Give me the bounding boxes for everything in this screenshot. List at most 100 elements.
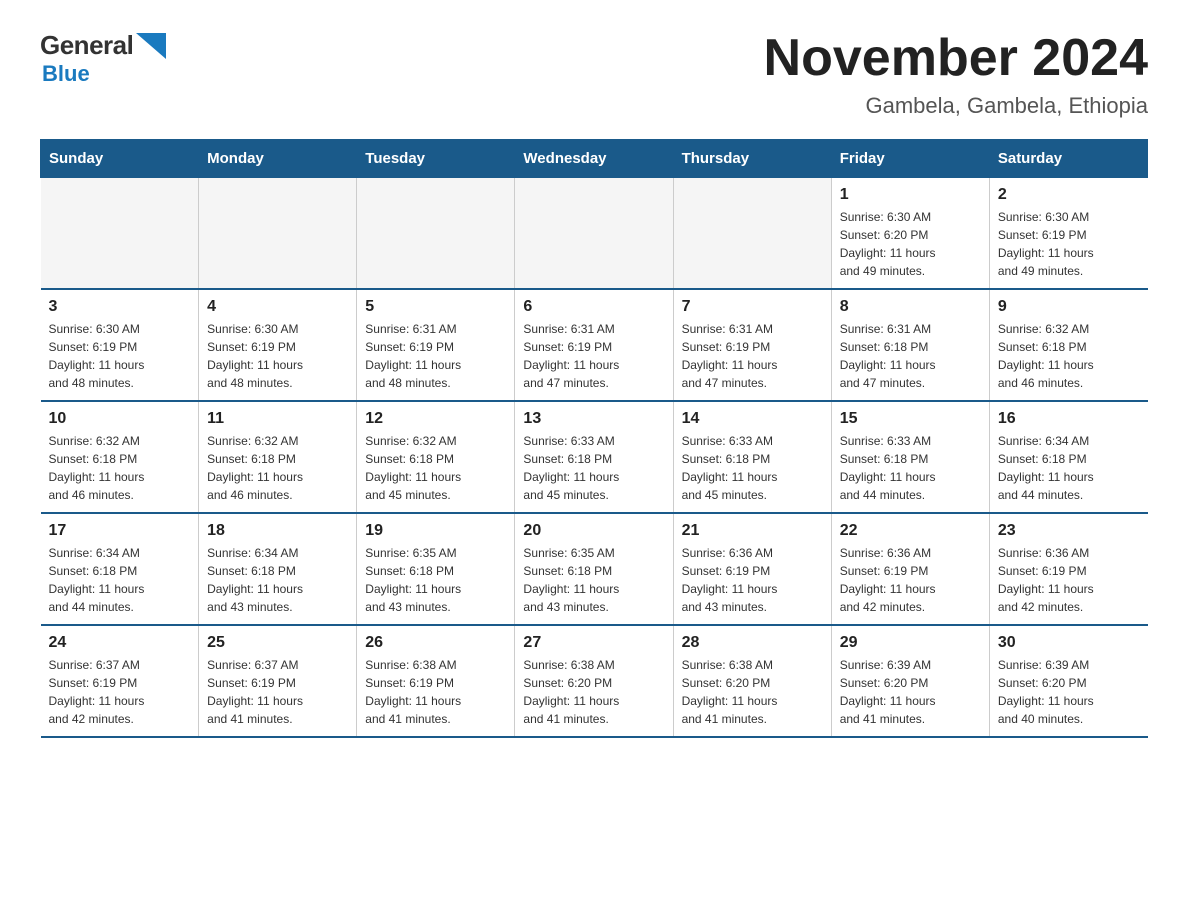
- calendar-cell: 10 Sunrise: 6:32 AM Sunset: 6:18 PM Dayli…: [41, 401, 199, 513]
- day-number: 9: [998, 298, 1140, 316]
- day-info: Sunrise: 6:35 AM Sunset: 6:18 PM Dayligh…: [523, 544, 664, 616]
- day-info: Sunrise: 6:31 AM Sunset: 6:18 PM Dayligh…: [840, 320, 981, 392]
- calendar-header: SundayMondayTuesdayWednesdayThursdayFrid…: [41, 140, 1148, 178]
- weekday-header-row: SundayMondayTuesdayWednesdayThursdayFrid…: [41, 140, 1148, 178]
- weekday-header-wednesday: Wednesday: [515, 140, 673, 178]
- day-number: 22: [840, 522, 981, 540]
- day-info: Sunrise: 6:36 AM Sunset: 6:19 PM Dayligh…: [840, 544, 981, 616]
- day-number: 4: [207, 298, 348, 316]
- day-info: Sunrise: 6:31 AM Sunset: 6:19 PM Dayligh…: [523, 320, 664, 392]
- day-number: 23: [998, 522, 1140, 540]
- weekday-header-tuesday: Tuesday: [357, 140, 515, 178]
- day-number: 5: [365, 298, 506, 316]
- day-number: 26: [365, 634, 506, 652]
- calendar-cell: 17 Sunrise: 6:34 AM Sunset: 6:18 PM Dayli…: [41, 513, 199, 625]
- day-info: Sunrise: 6:30 AM Sunset: 6:19 PM Dayligh…: [998, 208, 1140, 280]
- logo-blue-text: Blue: [42, 61, 90, 87]
- day-info: Sunrise: 6:34 AM Sunset: 6:18 PM Dayligh…: [998, 432, 1140, 504]
- calendar-cell: 13 Sunrise: 6:33 AM Sunset: 6:18 PM Dayli…: [515, 401, 673, 513]
- day-number: 21: [682, 522, 823, 540]
- week-row-3: 10 Sunrise: 6:32 AM Sunset: 6:18 PM Dayli…: [41, 401, 1148, 513]
- day-info: Sunrise: 6:38 AM Sunset: 6:20 PM Dayligh…: [682, 656, 823, 728]
- weekday-header-friday: Friday: [831, 140, 989, 178]
- calendar-cell: [515, 178, 673, 290]
- calendar-cell: 6 Sunrise: 6:31 AM Sunset: 6:19 PM Daylig…: [515, 289, 673, 401]
- calendar-cell: 11 Sunrise: 6:32 AM Sunset: 6:18 PM Dayli…: [199, 401, 357, 513]
- calendar-cell: 4 Sunrise: 6:30 AM Sunset: 6:19 PM Daylig…: [199, 289, 357, 401]
- day-info: Sunrise: 6:31 AM Sunset: 6:19 PM Dayligh…: [682, 320, 823, 392]
- day-info: Sunrise: 6:36 AM Sunset: 6:19 PM Dayligh…: [998, 544, 1140, 616]
- day-number: 1: [840, 186, 981, 204]
- week-row-1: 1Sunrise: 6:30 AM Sunset: 6:20 PM Daylig…: [41, 178, 1148, 290]
- calendar-cell: 14 Sunrise: 6:33 AM Sunset: 6:18 PM Dayli…: [673, 401, 831, 513]
- day-info: Sunrise: 6:34 AM Sunset: 6:18 PM Dayligh…: [49, 544, 191, 616]
- logo-general-text: General: [40, 30, 133, 61]
- week-row-4: 17 Sunrise: 6:34 AM Sunset: 6:18 PM Dayli…: [41, 513, 1148, 625]
- calendar-cell: [41, 178, 199, 290]
- logo-icon: [136, 33, 166, 59]
- day-number: 13: [523, 410, 664, 428]
- day-info: Sunrise: 6:37 AM Sunset: 6:19 PM Dayligh…: [207, 656, 348, 728]
- page-header: General Blue November 2024 Gambela, Gamb…: [40, 30, 1148, 119]
- weekday-header-saturday: Saturday: [989, 140, 1147, 178]
- day-number: 30: [998, 634, 1140, 652]
- week-row-5: 24Sunrise: 6:37 AM Sunset: 6:19 PM Dayli…: [41, 625, 1148, 737]
- day-info: Sunrise: 6:38 AM Sunset: 6:20 PM Dayligh…: [523, 656, 664, 728]
- day-number: 19: [365, 522, 506, 540]
- weekday-header-monday: Monday: [199, 140, 357, 178]
- day-info: Sunrise: 6:39 AM Sunset: 6:20 PM Dayligh…: [840, 656, 981, 728]
- day-number: 7: [682, 298, 823, 316]
- calendar-cell: 1Sunrise: 6:30 AM Sunset: 6:20 PM Daylig…: [831, 178, 989, 290]
- calendar-cell: 18Sunrise: 6:34 AM Sunset: 6:18 PM Dayli…: [199, 513, 357, 625]
- day-info: Sunrise: 6:32 AM Sunset: 6:18 PM Dayligh…: [998, 320, 1140, 392]
- day-number: 15: [840, 410, 981, 428]
- day-info: Sunrise: 6:38 AM Sunset: 6:19 PM Dayligh…: [365, 656, 506, 728]
- day-number: 25: [207, 634, 348, 652]
- day-number: 27: [523, 634, 664, 652]
- calendar-cell: 20 Sunrise: 6:35 AM Sunset: 6:18 PM Dayli…: [515, 513, 673, 625]
- day-info: Sunrise: 6:36 AM Sunset: 6:19 PM Dayligh…: [682, 544, 823, 616]
- day-number: 18: [207, 522, 348, 540]
- day-info: Sunrise: 6:31 AM Sunset: 6:19 PM Dayligh…: [365, 320, 506, 392]
- calendar-cell: 15 Sunrise: 6:33 AM Sunset: 6:18 PM Dayli…: [831, 401, 989, 513]
- day-number: 10: [49, 410, 191, 428]
- day-info: Sunrise: 6:33 AM Sunset: 6:18 PM Dayligh…: [840, 432, 981, 504]
- calendar-subtitle: Gambela, Gambela, Ethiopia: [764, 93, 1148, 119]
- calendar-cell: 16Sunrise: 6:34 AM Sunset: 6:18 PM Dayli…: [989, 401, 1147, 513]
- calendar-cell: [357, 178, 515, 290]
- day-info: Sunrise: 6:33 AM Sunset: 6:18 PM Dayligh…: [682, 432, 823, 504]
- logo: General Blue: [40, 30, 166, 87]
- day-number: 11: [207, 410, 348, 428]
- day-number: 6: [523, 298, 664, 316]
- day-number: 3: [49, 298, 191, 316]
- day-info: Sunrise: 6:32 AM Sunset: 6:18 PM Dayligh…: [49, 432, 191, 504]
- calendar-cell: 26 Sunrise: 6:38 AM Sunset: 6:19 PM Dayli…: [357, 625, 515, 737]
- day-number: 17: [49, 522, 191, 540]
- day-info: Sunrise: 6:33 AM Sunset: 6:18 PM Dayligh…: [523, 432, 664, 504]
- calendar-cell: [673, 178, 831, 290]
- calendar-cell: 7 Sunrise: 6:31 AM Sunset: 6:19 PM Daylig…: [673, 289, 831, 401]
- day-info: Sunrise: 6:30 AM Sunset: 6:19 PM Dayligh…: [49, 320, 191, 392]
- weekday-header-sunday: Sunday: [41, 140, 199, 178]
- calendar-cell: 3 Sunrise: 6:30 AM Sunset: 6:19 PM Daylig…: [41, 289, 199, 401]
- calendar-cell: 12Sunrise: 6:32 AM Sunset: 6:18 PM Dayli…: [357, 401, 515, 513]
- calendar-cell: 9 Sunrise: 6:32 AM Sunset: 6:18 PM Daylig…: [989, 289, 1147, 401]
- title-block: November 2024 Gambela, Gambela, Ethiopia: [764, 30, 1148, 119]
- calendar-cell: 30Sunrise: 6:39 AM Sunset: 6:20 PM Dayli…: [989, 625, 1147, 737]
- calendar-cell: 8Sunrise: 6:31 AM Sunset: 6:18 PM Daylig…: [831, 289, 989, 401]
- weekday-header-thursday: Thursday: [673, 140, 831, 178]
- calendar-table: SundayMondayTuesdayWednesdayThursdayFrid…: [40, 139, 1148, 738]
- calendar-cell: 19Sunrise: 6:35 AM Sunset: 6:18 PM Dayli…: [357, 513, 515, 625]
- day-info: Sunrise: 6:32 AM Sunset: 6:18 PM Dayligh…: [207, 432, 348, 504]
- day-number: 14: [682, 410, 823, 428]
- calendar-cell: [199, 178, 357, 290]
- calendar-title: November 2024: [764, 30, 1148, 87]
- calendar-cell: 29 Sunrise: 6:39 AM Sunset: 6:20 PM Dayli…: [831, 625, 989, 737]
- calendar-cell: 21 Sunrise: 6:36 AM Sunset: 6:19 PM Dayli…: [673, 513, 831, 625]
- calendar-cell: 24Sunrise: 6:37 AM Sunset: 6:19 PM Dayli…: [41, 625, 199, 737]
- day-number: 29: [840, 634, 981, 652]
- day-info: Sunrise: 6:30 AM Sunset: 6:19 PM Dayligh…: [207, 320, 348, 392]
- day-info: Sunrise: 6:37 AM Sunset: 6:19 PM Dayligh…: [49, 656, 191, 728]
- day-number: 20: [523, 522, 664, 540]
- day-info: Sunrise: 6:32 AM Sunset: 6:18 PM Dayligh…: [365, 432, 506, 504]
